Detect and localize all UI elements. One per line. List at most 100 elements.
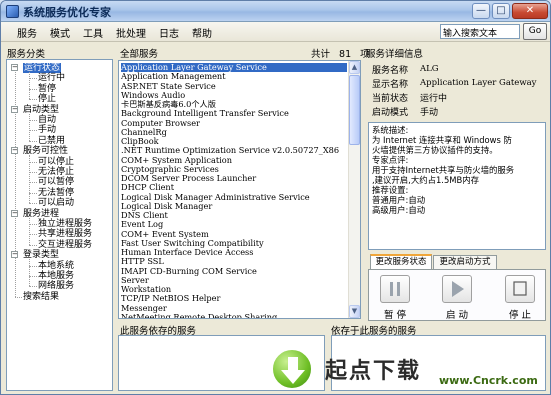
stop-button[interactable]: [505, 275, 535, 303]
service-count-value: 81: [339, 49, 352, 60]
stop-icon: [513, 281, 527, 296]
tree-connector: [29, 259, 30, 287]
tree-connector: [29, 265, 37, 267]
tree-connector: [29, 203, 37, 205]
app-window: 系统服务优化专家 — □ ✕ 服务 模式 工具 批处理 日志 帮助 输入搜索文本…: [0, 0, 551, 395]
tree-collapse-icon[interactable]: −: [11, 147, 18, 155]
category-tree[interactable]: − 运行状态 运行中 暂停 停止 − 启动类型 自动 手动 已禁用 − 服务可控性 可以停止 无法停止 可以…: [6, 59, 113, 391]
tree-subcategory[interactable]: 无法暂停: [38, 188, 74, 198]
description-line: ,建议开启,大约占1.5MB内存: [372, 175, 479, 185]
tree-subcategory[interactable]: 可以暂停: [38, 177, 74, 187]
pause-button[interactable]: [380, 275, 410, 303]
tree-subcategory[interactable]: 自动: [38, 115, 56, 125]
pause-label: 暂 停: [383, 310, 407, 321]
search-input[interactable]: 输入搜索文本: [440, 24, 520, 39]
watermark-url: www.Cncrk.com: [439, 374, 538, 387]
tree-connector: [29, 234, 37, 236]
menu-item-mode[interactable]: 模式: [50, 25, 70, 40]
scroll-down-button[interactable]: ▼: [349, 305, 360, 318]
tree-subcategory[interactable]: 可以启动: [38, 198, 74, 208]
display-name-label: 显示名称: [372, 80, 409, 90]
tree-connector: [29, 192, 37, 194]
tree-connector: [29, 182, 37, 184]
services-list[interactable]: ▲ ▼ Application Layer Gateway Service App…: [118, 60, 361, 319]
tree-subcategory[interactable]: 共享进程服务: [38, 229, 92, 239]
display-name-value: Application Layer Gateway: [420, 78, 537, 88]
description-line: 为 Internet 连接共享和 Windows 防: [372, 135, 512, 145]
description-line: 推荐设置:: [372, 185, 409, 195]
services-title: 全部服务: [120, 49, 159, 60]
service-count-prefix: 共计: [311, 49, 331, 60]
tree-connector: [29, 244, 37, 246]
status-control-panel: 暂 停 启 动 停 止: [368, 269, 546, 321]
service-name-value: ALG: [420, 64, 439, 74]
tree-collapse-icon[interactable]: −: [11, 251, 18, 259]
tree-subcategory[interactable]: 独立进程服务: [38, 219, 92, 229]
menu-item-service[interactable]: 服务: [17, 25, 37, 40]
watermark-logo: 起点下载 www.Cncrk.com: [269, 346, 550, 394]
tree-subcategory[interactable]: 本地服务: [38, 271, 74, 281]
service-name-label: 服务名称: [372, 66, 409, 76]
tree-connector: [29, 130, 37, 132]
tab-change-status[interactable]: 更改服务状态: [370, 254, 432, 269]
close-button[interactable]: ✕: [512, 3, 548, 19]
tree-connector: [29, 72, 30, 100]
scroll-thumb[interactable]: [349, 75, 360, 145]
tree-subcategory[interactable]: 暂停: [38, 84, 56, 94]
tree-connector: [29, 217, 30, 245]
menu-item-log[interactable]: 日志: [159, 25, 179, 40]
tree-connector: [29, 155, 30, 204]
arrow-down-icon: [281, 357, 305, 384]
start-button[interactable]: [442, 275, 472, 303]
tree-subcategory[interactable]: 无法停止: [38, 167, 74, 177]
menu-item-help[interactable]: 帮助: [192, 25, 212, 40]
description-line: 火墙提供第三方协议插件的支持。: [372, 145, 498, 155]
tree-connector: [29, 113, 30, 141]
tree-subcategory[interactable]: 网络服务: [38, 281, 74, 291]
app-icon: [6, 5, 19, 18]
tree-subcategory[interactable]: 交互进程服务: [38, 240, 92, 250]
description-line: 普通用户:自动: [372, 195, 426, 205]
current-status-value: 运行中: [420, 94, 448, 104]
window-title: 系统服务优化专家: [23, 6, 111, 19]
description-line: 专家点评:: [372, 155, 409, 165]
services-scrollbar[interactable]: ▲ ▼: [348, 61, 360, 318]
current-status-label: 当前状态: [372, 94, 409, 104]
tree-subcategory[interactable]: 手动: [38, 125, 56, 135]
scroll-up-button[interactable]: ▲: [349, 61, 360, 74]
startup-mode-label: 启动模式: [372, 108, 409, 118]
tree-connector: [29, 120, 37, 121]
go-button[interactable]: Go: [523, 23, 547, 40]
startup-mode-value: 手动: [420, 108, 439, 118]
tree-connector: [29, 276, 37, 277]
pause-icon: [390, 282, 400, 296]
description-line: 用于支持Internet共享与防火墙的服务: [372, 165, 515, 175]
categories-title: 服务分类: [7, 49, 46, 60]
tree-collapse-icon[interactable]: −: [11, 209, 18, 217]
minimize-button[interactable]: —: [472, 3, 490, 19]
play-icon: [452, 281, 464, 297]
tab-change-startup[interactable]: 更改启动方式: [433, 255, 497, 269]
download-arrow-icon: [271, 348, 313, 390]
service-list-item[interactable]: NetMeeting Remote Desktop Sharing: [121, 312, 277, 318]
service-count: 共计 81 项: [311, 46, 370, 60]
tree-subcategory[interactable]: 已禁用: [38, 136, 65, 146]
tree-collapse-icon[interactable]: −: [11, 64, 18, 71]
details-title: 服务详细信息: [366, 49, 424, 60]
menu-item-batch[interactable]: 批处理: [116, 25, 146, 40]
tree-subcategory[interactable]: 本地系统: [38, 261, 74, 271]
tree-connector: [15, 296, 22, 298]
tree-subcategory[interactable]: 运行中: [38, 73, 65, 83]
menu-item-tools[interactable]: 工具: [83, 25, 103, 40]
description-line: 系统描述:: [372, 125, 409, 135]
stop-label: 停 止: [508, 310, 532, 321]
tree-connector: [29, 88, 37, 90]
description-line: 高级用户:自动: [372, 205, 426, 215]
tree-subcategory[interactable]: 停止: [38, 94, 56, 104]
tree-subcategory[interactable]: 可以停止: [38, 157, 74, 167]
tree-collapse-icon[interactable]: −: [11, 105, 18, 113]
tree-category[interactable]: 搜索结果: [23, 292, 59, 302]
maximize-button[interactable]: □: [492, 3, 510, 19]
tree-connector: [29, 224, 37, 225]
title-bar: 系统服务优化专家 — □ ✕: [1, 1, 550, 22]
